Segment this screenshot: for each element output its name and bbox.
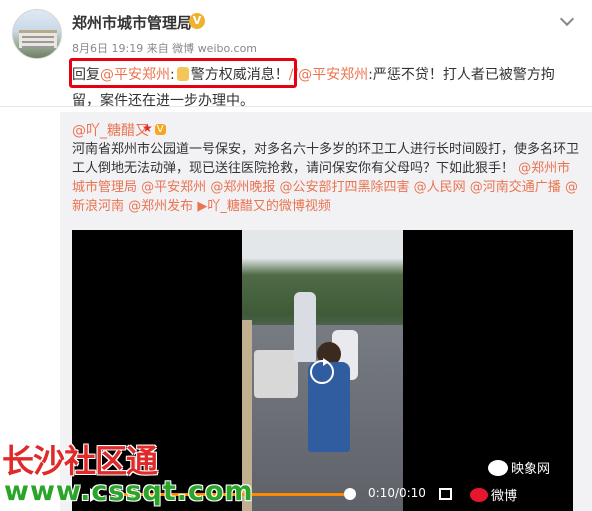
video-time: 0:10/0:10 [368, 486, 426, 500]
verified-badge-icon: V [189, 13, 205, 29]
weibo-post: 郑州市城市管理局 V 8月6日 19:19 来自 微博 weibo.com 回复… [0, 0, 592, 511]
retweet-author[interactable]: @吖_糖醋又 [72, 120, 149, 140]
highlight-box [69, 58, 297, 88]
author-name[interactable]: 郑州市城市管理局 [72, 12, 192, 33]
tag-link[interactable]: @郑州发布 [128, 199, 193, 214]
video-link[interactable]: ▶吖_糖醋又的微博视频 [197, 199, 331, 214]
video-link-icon: ▶ [197, 199, 208, 214]
tag-link[interactable]: @公安部打四黑除四害 [279, 180, 409, 195]
mention-link-pingan-2[interactable]: //@平安郑州 [289, 67, 368, 83]
replay-icon[interactable] [310, 358, 334, 384]
retweet-body: 河南省郑州市公园道一号保安，对多名六十多岁的环卫工人进行长时间殴打，使多名环卫工… [72, 142, 580, 176]
chevron-down-icon[interactable] [559, 11, 575, 27]
progress-knob[interactable] [344, 488, 356, 500]
post-meta: 8月6日 19:19 来自 微博 weibo.com [72, 42, 258, 55]
retweet-text: 河南省郑州市公园道一号保安，对多名六十多岁的环卫工人进行长时间殴打，使多名环卫工… [72, 140, 582, 216]
wechat-icon [488, 460, 508, 476]
author-avatar[interactable] [12, 9, 62, 59]
tag-link[interactable]: @平安郑州 [141, 180, 206, 195]
weibo-logo-icon [470, 488, 488, 502]
retweet-badges: ★ V [142, 121, 166, 135]
vip-icon: V [154, 124, 166, 135]
tag-link[interactable]: @郑州晚报 [210, 180, 275, 195]
divider [0, 106, 592, 107]
weibo-brand: 微博 [470, 485, 517, 504]
star-icon: ★ [142, 121, 153, 135]
tag-link[interactable]: @人民网 [414, 180, 466, 195]
tag-link[interactable]: @河南交通广播 [470, 180, 561, 195]
fullscreen-icon[interactable] [439, 488, 452, 500]
channel-watermark: 映象网 [488, 458, 550, 477]
site-watermark-url: www.cssqt.com [4, 476, 254, 507]
